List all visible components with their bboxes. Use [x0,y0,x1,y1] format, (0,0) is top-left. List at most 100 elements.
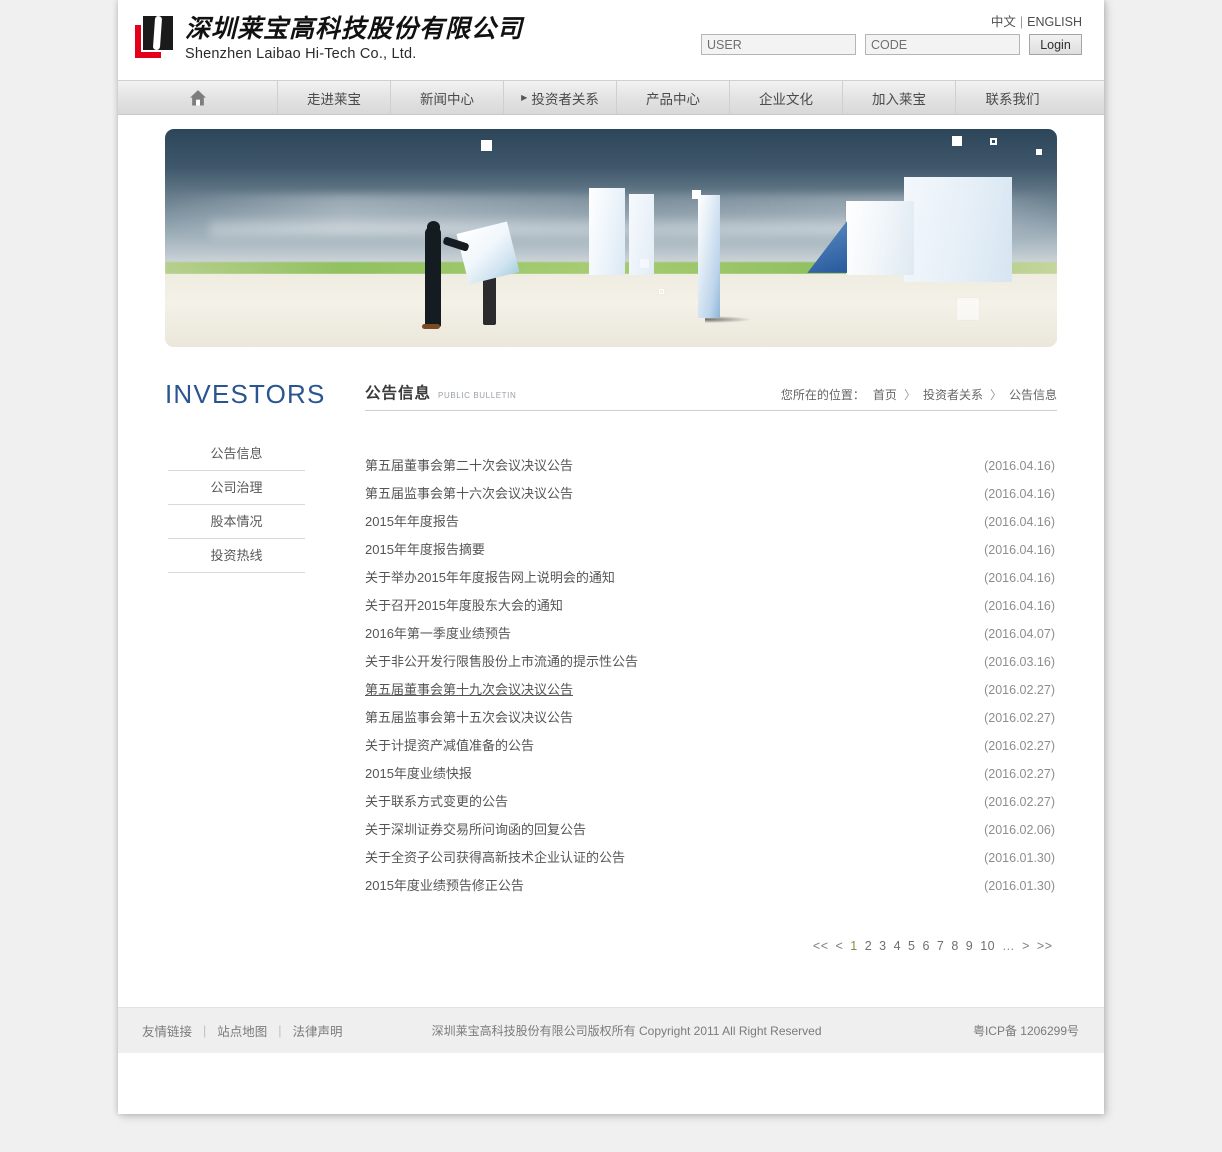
nav-item-label-4: 企业文化 [759,91,813,107]
list-item[interactable]: 2015年年度报告摘要 (2016.04.16) [365,539,1057,567]
list-item[interactable]: 2015年度业绩快报 (2016.02.27) [365,763,1057,791]
page-content: INVESTORS 公告信息 PUBLIC BULLETIN 您所在的位置： 首页… [118,347,1104,1007]
page-container: 深圳莱宝高科技股份有限公司 Shenzhen Laibao Hi-Tech Co… [118,0,1104,1114]
pagination-page-9[interactable]: 9 [964,939,974,953]
sidebar-item-0[interactable]: 公告信息 [168,437,305,471]
banner-image [165,129,1057,347]
pagination-page-10[interactable]: 10 [979,939,997,953]
sidebar-item-1[interactable]: 公司治理 [168,471,305,505]
pagination-first[interactable]: << [811,939,830,953]
announcement-list: 第五届董事会第二十次会议决议公告 (2016.04.16) 第五届监事会第十六次会… [365,437,1057,953]
list-item-date: (2016.02.27) [984,795,1055,809]
pagination-ellipsis: … [1002,939,1016,953]
list-item-date: (2016.02.27) [984,739,1055,753]
breadcrumb-item-0[interactable]: 首页 [873,388,897,402]
home-icon [189,89,206,105]
list-item-date: (2016.04.16) [984,543,1055,557]
nav-item-label-6: 联系我们 [985,91,1040,107]
pagination-page-4[interactable]: 4 [892,939,902,953]
list-item-title: 关于联系方式变更的公告 [365,794,509,809]
list-item-title: 关于举办2015年年度报告网上说明会的通知 [365,570,615,585]
sidebar-item-label-1: 公司治理 [210,480,263,495]
list-item-title: 2016年第一季度业绩预告 [365,626,511,641]
pagination-page-7[interactable]: 7 [935,939,945,953]
list-item[interactable]: 第五届董事会第十九次会议决议公告 (2016.02.27) [365,679,1057,707]
list-item[interactable]: 第五届董事会第二十次会议决议公告 (2016.04.16) [365,455,1057,483]
logo-company-name-en: Shenzhen Laibao Hi-Tech Co., Ltd. [185,46,417,63]
list-item-date: (2016.02.27) [984,767,1055,781]
pagination-page-8[interactable]: 8 [950,939,960,953]
list-item-title: 关于深圳证券交易所问询函的回复公告 [365,822,587,837]
footer-link-2[interactable]: 法律声明 [293,1021,343,1040]
list-item[interactable]: 2015年年度报告 (2016.04.16) [365,511,1057,539]
logo-mark-icon [135,16,175,58]
lang-chinese-link[interactable]: 中文 [991,15,1016,29]
footer-icp-license[interactable]: 粤ICP备 1206299号 [973,1022,1079,1039]
username-input[interactable] [701,34,856,55]
pagination-page-1[interactable]: 1 [849,939,859,953]
list-item-date: (2016.02.06) [984,823,1055,837]
pagination-next[interactable]: > [1021,939,1032,953]
pagination-prev[interactable]: < [834,939,845,953]
list-item[interactable]: 关于联系方式变更的公告 (2016.02.27) [365,791,1057,819]
footer-links: 友情链接 | 站点地图 | 法律声明 [142,1021,343,1040]
sidebar-item-2[interactable]: 股本情况 [168,505,305,539]
footer-separator-0: | [203,1023,207,1038]
list-item-title: 第五届董事会第十九次会议决议公告 [365,682,574,697]
nav-item-6[interactable]: 联系我们 [956,81,1069,114]
list-item-date: (2016.04.16) [984,571,1055,585]
list-item[interactable]: 关于深圳证券交易所问询函的回复公告 (2016.02.06) [365,819,1057,847]
list-item[interactable]: 第五届监事会第十六次会议决议公告 (2016.04.16) [365,483,1057,511]
nav-item-label-2: 投资者关系 [531,91,599,107]
list-item[interactable]: 2016年第一季度业绩预告 (2016.04.07) [365,623,1057,651]
list-item-date: (2016.04.07) [984,627,1055,641]
list-item[interactable]: 第五届监事会第十五次会议决议公告 (2016.02.27) [365,707,1057,735]
sidebar-item-label-3: 投资热线 [210,548,263,563]
pagination-last[interactable]: >> [1035,939,1054,953]
pagination: << < 1 2 3 4 5 6 7 8 9 10 … > >> [365,903,1057,953]
sidebar-item-label-2: 股本情况 [210,514,263,529]
pagination-page-2[interactable]: 2 [863,939,873,953]
section-title-en: PUBLIC BULLETIN [438,391,517,400]
site-header: 深圳莱宝高科技股份有限公司 Shenzhen Laibao Hi-Tech Co… [118,0,1104,80]
nav-item-1[interactable]: 新闻中心 [391,81,504,114]
pagination-page-3[interactable]: 3 [878,939,888,953]
nav-item-5[interactable]: 加入莱宝 [843,81,956,114]
list-item-title: 关于计提资产减值准备的公告 [365,738,535,753]
list-item-date: (2016.04.16) [984,599,1055,613]
list-item[interactable]: 关于全资子公司获得高新技术企业认证的公告 (2016.01.30) [365,847,1057,875]
list-item[interactable]: 2015年度业绩预告修正公告 (2016.01.30) [365,875,1057,903]
lang-separator: | [1019,15,1024,29]
section-title-cn: 公告信息 [365,385,432,402]
nav-item-4[interactable]: 企业文化 [730,81,843,114]
pagination-page-5[interactable]: 5 [907,939,917,953]
breadcrumb-item-2[interactable]: 公告信息 [1009,388,1057,402]
site-logo[interactable]: 深圳莱宝高科技股份有限公司 Shenzhen Laibao Hi-Tech Co… [135,14,523,62]
list-item-date: (2016.04.16) [984,487,1055,501]
list-item[interactable]: 关于召开2015年度股东大会的通知 (2016.04.16) [365,595,1057,623]
list-item-title: 2015年年度报告 [365,514,459,529]
list-item-date: (2016.01.30) [984,879,1055,893]
code-input[interactable] [865,34,1020,55]
list-item[interactable]: 关于举办2015年年度报告网上说明会的通知 (2016.04.16) [365,567,1057,595]
list-item[interactable]: 关于计提资产减值准备的公告 (2016.02.27) [365,735,1057,763]
nav-item-0[interactable]: 走进莱宝 [278,81,391,114]
nav-item-label-5: 加入莱宝 [872,91,926,107]
list-item-title: 关于全资子公司获得高新技术企业认证的公告 [365,850,626,865]
nav-item-3[interactable]: 产品中心 [617,81,730,114]
main-navigation: 走进莱宝 新闻中心 ▶ 投资者关系 产品中心 企业文化 加入莱宝 联系我们 [118,80,1104,115]
list-item-title: 关于非公开发行限售股份上市流通的提示性公告 [365,654,639,669]
bottom-spacer [165,953,1057,1007]
lang-english-link[interactable]: ENGLISH [1027,15,1082,29]
list-item-title: 2015年年度报告摘要 [365,542,485,557]
nav-item-2-active[interactable]: ▶ 投资者关系 [504,81,617,114]
nav-item-home[interactable] [118,81,278,114]
sidebar-item-3[interactable]: 投资热线 [168,539,305,573]
pagination-page-6[interactable]: 6 [921,939,931,953]
login-button[interactable]: Login [1029,34,1082,55]
footer-link-0[interactable]: 友情链接 [142,1021,192,1040]
list-item[interactable]: 关于非公开发行限售股份上市流通的提示性公告 (2016.03.16) [365,651,1057,679]
footer-link-1[interactable]: 站点地图 [217,1021,267,1040]
sidebar-item-label-0: 公告信息 [210,446,263,461]
breadcrumb-item-1[interactable]: 投资者关系 [923,388,983,402]
